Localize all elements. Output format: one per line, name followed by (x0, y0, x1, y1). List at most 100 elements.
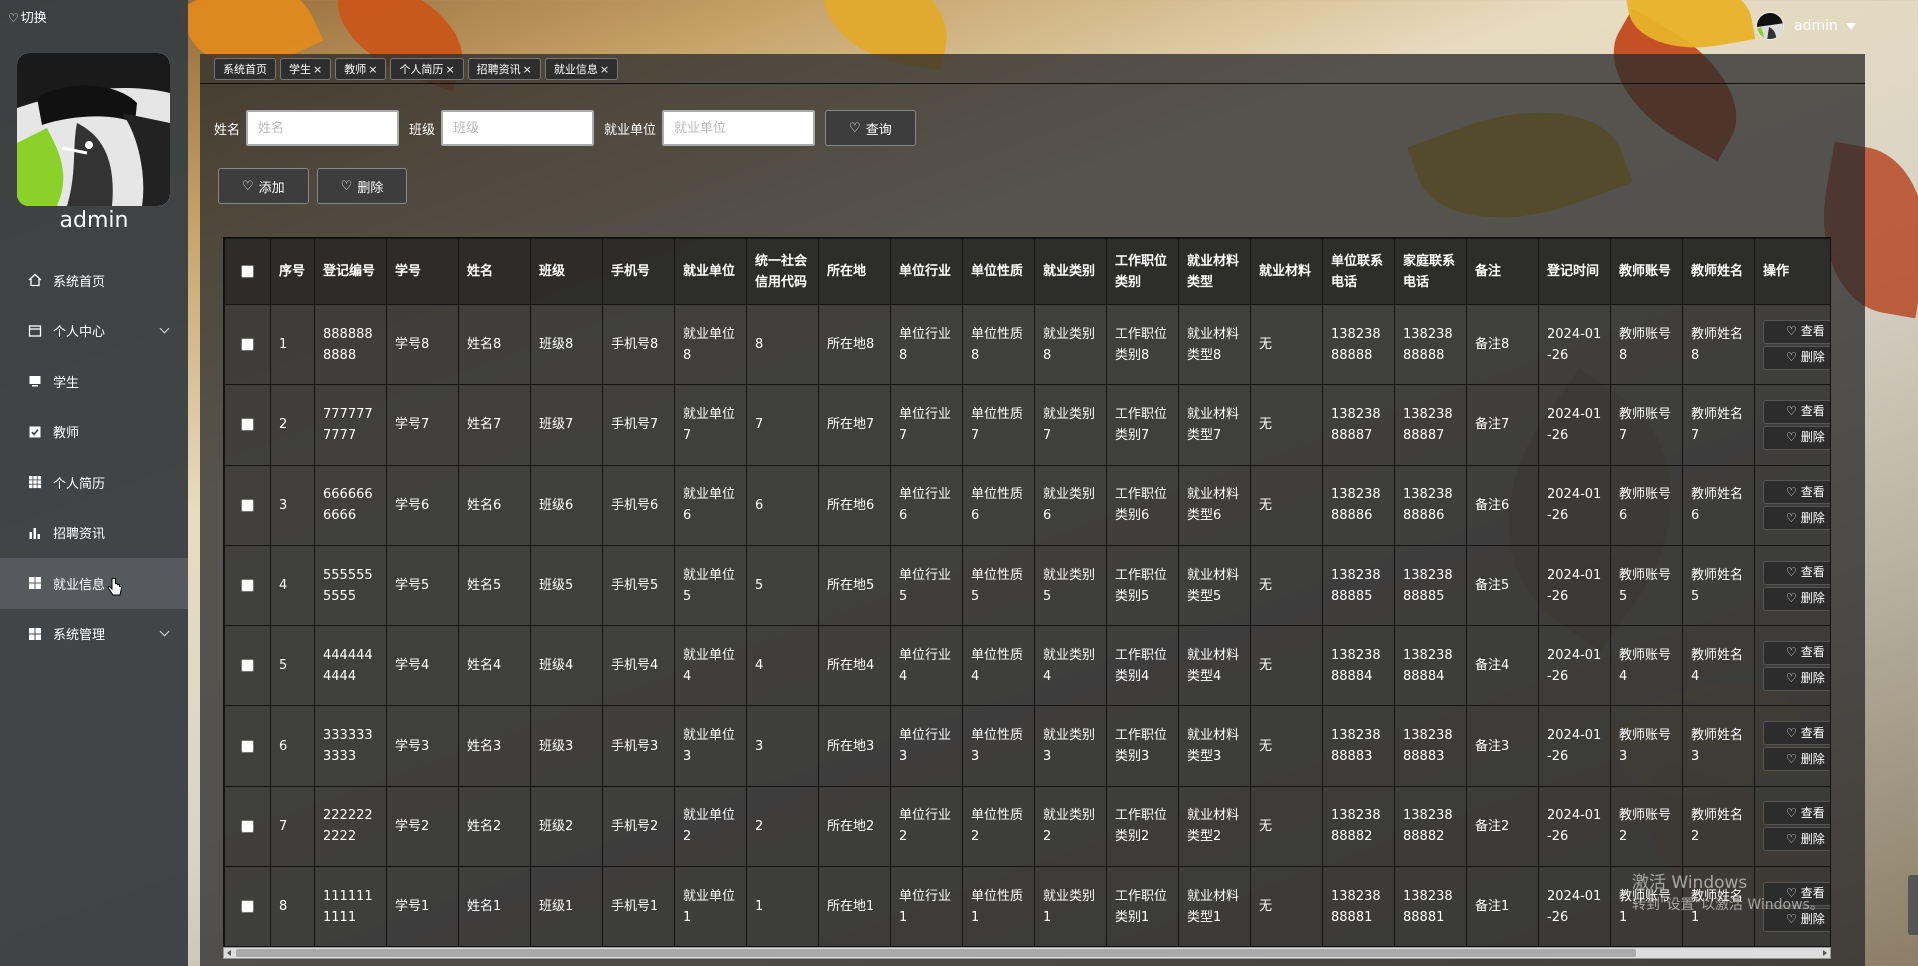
close-icon[interactable]: × (368, 63, 377, 76)
close-icon[interactable]: × (313, 63, 322, 76)
view-button[interactable]: ♡ 查看 (1763, 801, 1830, 826)
sidebar-item-home[interactable]: 系统首页 (0, 255, 188, 306)
table-cell: 工作职位类别7 (1106, 384, 1179, 466)
query-button-label: 查询 (865, 122, 892, 138)
row-delete-button-label: 删除 (1800, 430, 1825, 445)
table-cell: 7777777777 (314, 384, 387, 466)
table-cell: 单位性质3 (962, 705, 1035, 787)
sidebar-item-resume[interactable]: 个人简历 (0, 457, 188, 508)
bar-chart-icon (28, 526, 42, 540)
sidebar-item-system-management[interactable]: 系统管理 (0, 609, 188, 660)
close-icon[interactable]: × (523, 63, 532, 76)
view-button[interactable]: ♡ 查看 (1763, 480, 1830, 505)
table-cell: 就业材料类型5 (1178, 544, 1251, 627)
row-checkbox[interactable] (241, 739, 254, 753)
row-checkbox[interactable] (241, 659, 254, 673)
view-button[interactable]: ♡ 查看 (1763, 560, 1830, 585)
table-cell: 手机号7 (602, 384, 675, 466)
scrollbar-thumb[interactable] (236, 949, 1636, 957)
column-header: 所在地 (818, 238, 891, 305)
table-cell: 工作职位类别8 (1106, 303, 1179, 386)
row-delete-button[interactable]: ♡ 删除 (1763, 345, 1830, 370)
sidebar-item-teachers[interactable]: 教师 (0, 407, 188, 458)
table-cell: 4 (746, 625, 819, 707)
tab-label: 招聘资讯 (476, 63, 521, 76)
row-select-cell (224, 705, 271, 787)
row-checkbox[interactable] (241, 338, 254, 352)
column-header: 序号 (270, 238, 315, 305)
view-button-label: 查看 (1800, 484, 1825, 499)
table-cell: 姓名7 (458, 384, 531, 466)
scroll-right-icon[interactable] (1823, 950, 1827, 956)
tab-home[interactable]: 系统首页 (214, 58, 276, 80)
row-delete-button[interactable]: ♡ 删除 (1763, 747, 1830, 772)
sidebar-item-profile-center[interactable]: 个人中心 (0, 306, 188, 357)
close-icon[interactable]: × (600, 63, 609, 76)
sidebar-item-employment-info[interactable]: 就业信息 (0, 558, 188, 609)
column-header: 教师账号 (1610, 238, 1683, 305)
table-cell: 5 (746, 544, 819, 627)
table-cell: 备注8 (1466, 303, 1539, 386)
row-checkbox[interactable] (241, 900, 254, 914)
row-select-cell (224, 384, 271, 466)
switch-button[interactable]: ♡ 切换 (8, 7, 47, 26)
delete-button[interactable]: ♡ 删除 (316, 168, 408, 204)
sidebar-item-label: 系统管理 (53, 628, 106, 644)
row-checkbox[interactable] (241, 579, 254, 593)
table-cell: 13823888881 (1322, 866, 1395, 948)
table-cell: 就业类别5 (1034, 544, 1107, 627)
view-button[interactable]: ♡ 查看 (1763, 399, 1830, 424)
row-delete-button[interactable]: ♡ 删除 (1763, 666, 1830, 691)
row-select-cell (224, 625, 271, 707)
name-search-input[interactable] (246, 110, 400, 146)
tab-students[interactable]: 学生 × (280, 58, 332, 80)
table-cell: 单位行业6 (890, 464, 963, 546)
table-cell: 班级1 (530, 866, 603, 948)
class-search-input[interactable] (441, 110, 595, 146)
sidebar-item-students[interactable]: 学生 (0, 356, 188, 407)
view-button[interactable]: ♡ 查看 (1763, 319, 1830, 344)
scroll-left-icon[interactable] (227, 950, 231, 956)
sidebar-menu: 系统首页 个人中心 学生 教师 个人简历 招聘资讯 就业信息 系统管理 (0, 255, 188, 659)
tab-teachers[interactable]: 教师 × (335, 58, 387, 80)
row-checkbox[interactable] (241, 418, 254, 432)
column-header: 就业材料 (1250, 238, 1323, 305)
select-all-checkbox[interactable] (241, 265, 254, 278)
caret-down-icon (1845, 22, 1856, 30)
column-header: 备注 (1466, 238, 1539, 305)
table-cell: 教师账号2 (1610, 785, 1683, 868)
heart-icon: ♡ (849, 120, 861, 136)
edge-handle[interactable] (1908, 875, 1918, 935)
table-cell: 单位行业2 (890, 785, 963, 868)
horizontal-scrollbar[interactable] (223, 947, 1831, 959)
view-button-label: 查看 (1800, 565, 1825, 580)
close-icon[interactable]: × (445, 63, 454, 76)
row-select-cell (224, 544, 271, 627)
sidebar-item-label: 个人简历 (53, 476, 106, 492)
row-delete-button[interactable]: ♡ 删除 (1763, 827, 1830, 852)
row-delete-button[interactable]: ♡ 删除 (1763, 586, 1830, 611)
sidebar-item-recruitment-news[interactable]: 招聘资讯 (0, 508, 188, 559)
table-cell: 教师姓名4 (1682, 625, 1755, 707)
table-cell: 1 (270, 303, 315, 386)
row-checkbox[interactable] (241, 498, 254, 512)
sidebar-item-label: 个人中心 (53, 325, 106, 341)
tab-recruitment-news[interactable]: 招聘资讯 × (467, 58, 541, 80)
employment-table: 序号 登记编号 学号 姓名 班级 手机号 就业单位 统一社会信用代码 所在地 单… (224, 238, 1830, 948)
query-button[interactable]: ♡ 查询 (825, 110, 916, 146)
heart-icon: ♡ (1786, 484, 1797, 499)
row-checkbox[interactable] (241, 819, 254, 833)
table-cell: 手机号5 (602, 544, 675, 627)
employer-search-input[interactable] (662, 110, 816, 146)
table-cell: 就业类别8 (1034, 303, 1107, 386)
view-button[interactable]: ♡ 查看 (1763, 721, 1830, 746)
header-username: admin (1794, 18, 1838, 34)
tab-resume[interactable]: 个人简历 × (390, 58, 464, 80)
view-button[interactable]: ♡ 查看 (1763, 640, 1830, 665)
row-delete-button[interactable]: ♡ 删除 (1763, 425, 1830, 450)
row-delete-button[interactable]: ♡ 删除 (1763, 506, 1830, 531)
tab-employment-info[interactable]: 就业信息 × (544, 58, 619, 80)
add-button[interactable]: ♡ 添加 (218, 168, 309, 204)
user-menu[interactable]: admin (1756, 12, 1856, 40)
delete-button-label: 删除 (357, 180, 384, 196)
